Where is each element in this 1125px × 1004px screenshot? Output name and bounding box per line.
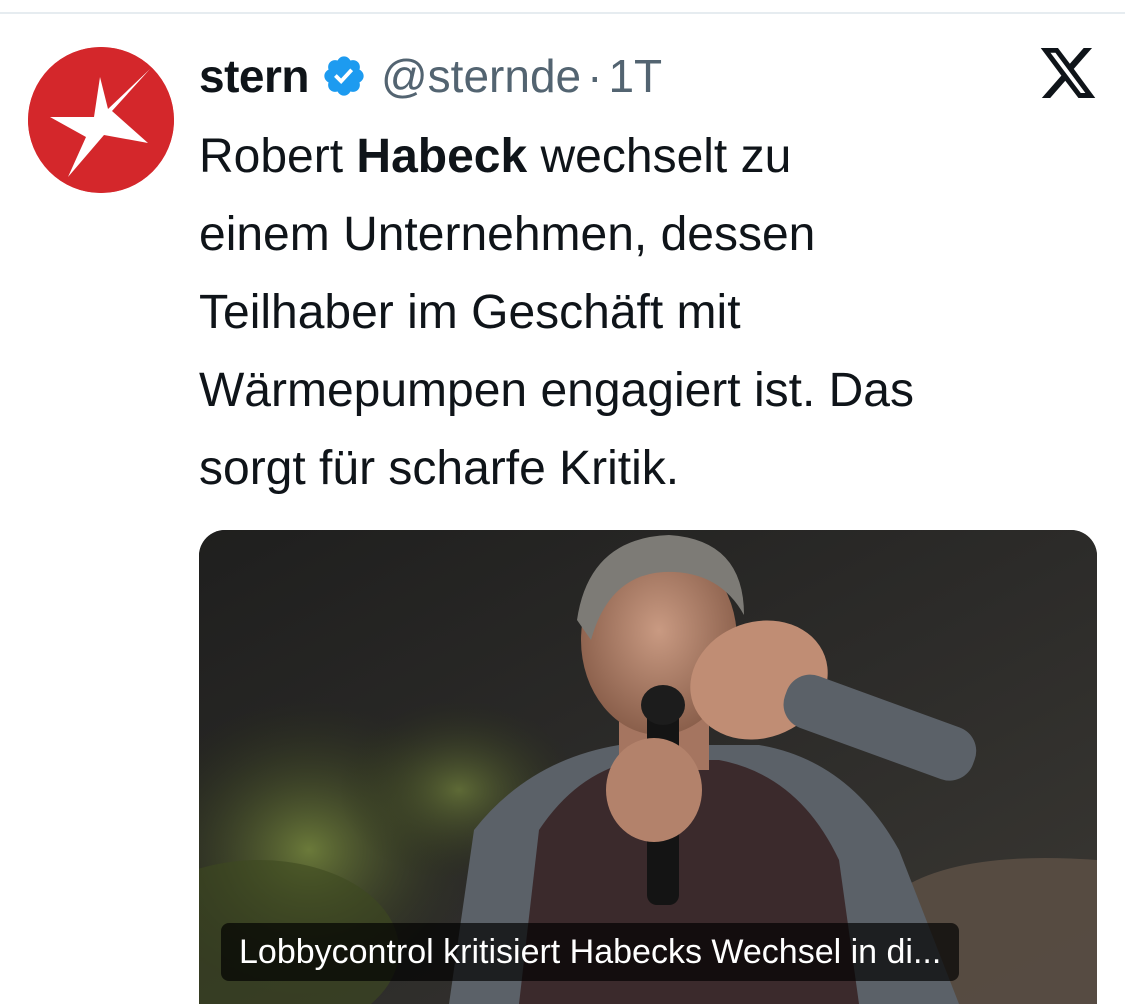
verified-badge-icon	[321, 53, 367, 99]
media-caption: Lobbycontrol kritisiert Habecks Wechsel …	[221, 923, 960, 981]
tweet-text-line: Wärmepumpen engagiert ist. Das	[199, 364, 914, 417]
user-handle[interactable]: @sternde	[381, 49, 581, 103]
media-card[interactable]: Lobbycontrol kritisiert Habecks Wechsel …	[199, 530, 1097, 1004]
timestamp[interactable]: 1T	[608, 49, 662, 103]
tweet-text-line: sorgt für scharfe Kritik.	[199, 442, 680, 495]
tweet-text-line: Teilhaber im Geschäft mit	[199, 286, 741, 339]
top-divider	[0, 0, 1125, 14]
tweet-text-line: einem Unternehmen, dessen	[199, 208, 816, 261]
tweet-text-line: Robert Habeck wechselt zu	[199, 130, 792, 183]
display-name[interactable]: stern	[199, 49, 309, 103]
tweet-header: stern @sternde · 1T	[199, 40, 662, 112]
highlighted-word: Habeck	[356, 130, 528, 183]
x-logo-icon[interactable]	[1040, 48, 1096, 98]
tweet-text: Robert Habeck wechselt zu einem Unterneh…	[199, 118, 1099, 508]
separator-dot: ·	[587, 50, 603, 102]
stern-logo-icon[interactable]	[28, 47, 174, 193]
